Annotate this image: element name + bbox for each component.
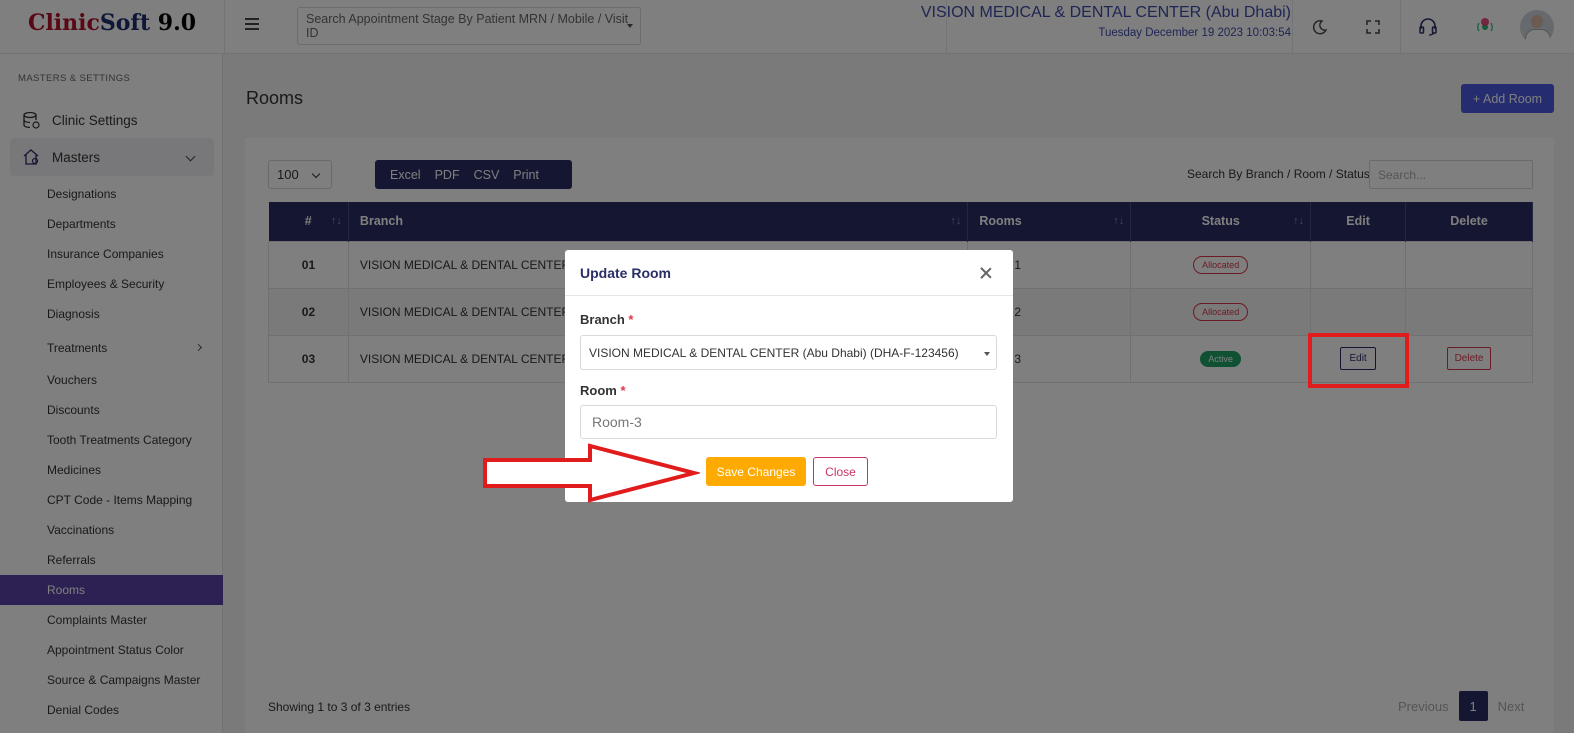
modal-title: Update Room (580, 265, 671, 281)
save-changes-button[interactable]: Save Changes (706, 457, 806, 486)
modal-header: Update Room (565, 250, 1013, 296)
branch-select[interactable]: VISION MEDICAL & DENTAL CENTER (Abu Dhab… (580, 335, 997, 370)
close-icon[interactable] (979, 266, 993, 280)
branch-label: Branch * (580, 312, 633, 327)
close-button[interactable]: Close (813, 457, 868, 486)
branch-select-value: VISION MEDICAL & DENTAL CENTER (Abu Dhab… (589, 345, 959, 360)
room-label: Room * (580, 383, 626, 398)
required-mark: * (628, 312, 634, 327)
highlight-box-annotation (1308, 333, 1409, 388)
room-label-text: Room (580, 383, 617, 398)
caret-down-icon (984, 352, 990, 356)
branch-label-text: Branch (580, 312, 625, 327)
room-input[interactable]: Room-3 (580, 405, 997, 439)
arrow-annotation (483, 443, 700, 503)
required-mark: * (620, 383, 626, 398)
